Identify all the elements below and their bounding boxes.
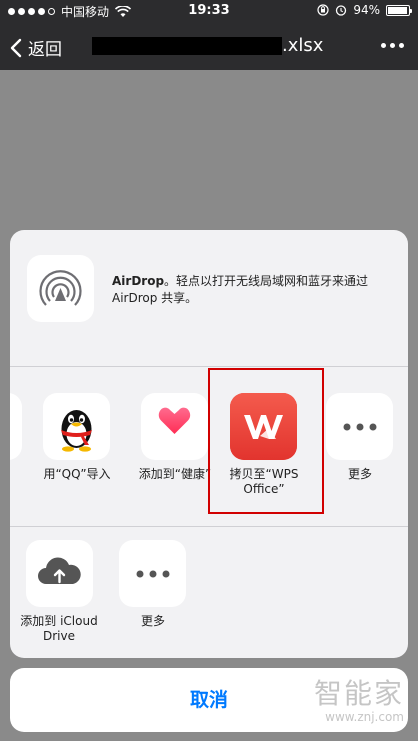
redacted-filename [92,37,282,55]
chevron-left-icon [10,38,22,57]
airdrop-section[interactable]: AirDrop。轻点以打开无线局域网和蓝牙来通过 AirDrop 共享。 [10,230,408,367]
nav-bar: 返回 .xlsx [0,22,418,70]
qq-penguin-icon [43,393,110,460]
watermark-url: www.znj.com [325,710,404,724]
alarm-icon [336,5,347,16]
partial-app-icon[interactable] [10,393,22,460]
icloud-upload-icon [26,540,93,607]
more-icon [119,540,186,607]
health-heart-icon [141,393,208,460]
more-options-icon[interactable] [381,43,404,48]
airdrop-title: AirDrop [112,274,165,288]
nav-title-suffix: .xlsx [282,35,324,56]
orientation-lock-icon [317,4,329,16]
status-bar: 中国移动 19:33 94% [0,0,418,22]
back-label: 返回 [28,40,62,60]
status-right: 94% [317,3,412,17]
app-label: 用“QQ”导入 [43,467,111,481]
action-label: 更多 [140,614,165,628]
app-label: 添加到“健康” [138,467,212,481]
watermark: 智能家 www.znj.com [314,672,404,724]
battery-percent: 94% [353,3,380,17]
airdrop-description: AirDrop。轻点以打开无线局域网和蓝牙来通过 AirDrop 共享。 [112,273,392,307]
highlight-box [208,368,324,514]
back-button[interactable]: 返回 [10,35,62,60]
more-icon [326,393,393,460]
action-label: 添加到 iCloud Drive [20,614,98,643]
battery-icon [386,4,412,16]
app-label: 更多 [347,467,372,481]
actions-row: 添加到 iCloud Drive 更多 [10,527,408,658]
watermark-logo: 智能家 [313,677,404,710]
battery-fill [388,6,407,14]
airdrop-icon [27,255,94,322]
